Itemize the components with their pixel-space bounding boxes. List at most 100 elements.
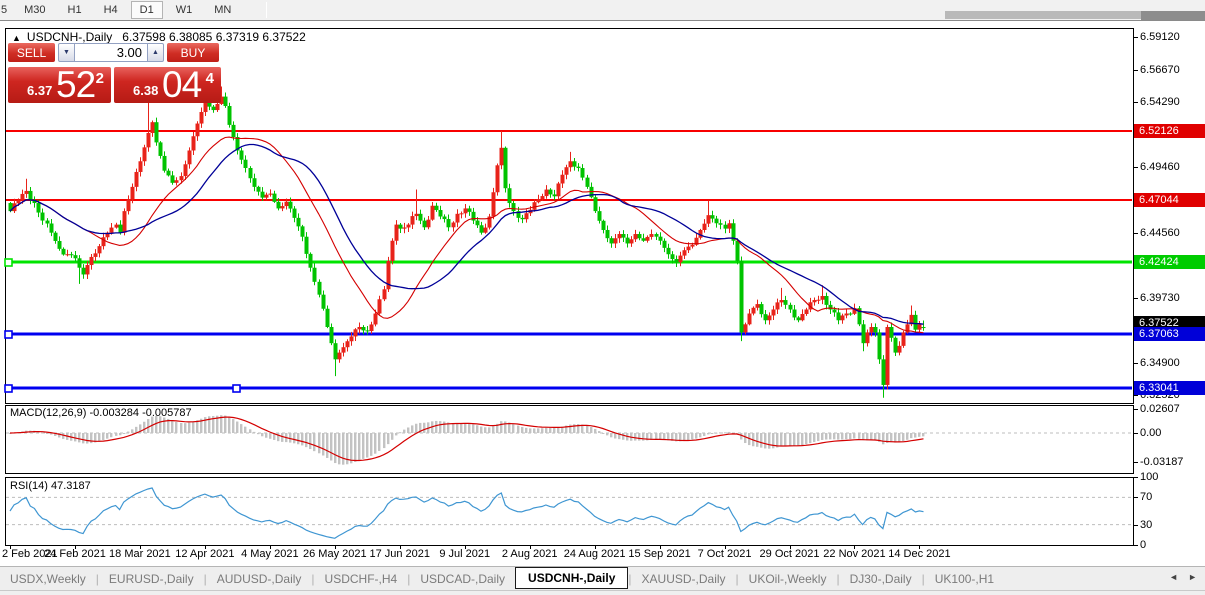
rsi-indicator-label: RSI(14) 47.3187 [10, 480, 91, 492]
macd-bar [439, 421, 441, 433]
timeframe-button-5[interactable]: 5 [0, 1, 11, 19]
chart-tab-usdchf[interactable]: USDCHF-,H4 [315, 569, 408, 589]
macd-bar [922, 433, 924, 436]
candle-body [764, 314, 768, 320]
candle-body [476, 221, 480, 226]
candle-body [403, 227, 407, 228]
candle-body [253, 178, 257, 187]
collapse-triangle-icon[interactable]: ▲ [12, 33, 21, 43]
line-drag-handle[interactable] [5, 259, 12, 266]
macd-bar [529, 428, 531, 433]
tab-scroll-right-icon[interactable]: ► [1188, 572, 1197, 582]
date-label: 24 Feb 2021 [44, 548, 106, 560]
chart-tab-usdx[interactable]: USDX,Weekly [0, 569, 96, 589]
volume-decrease-button[interactable]: ▼ [58, 43, 75, 62]
macd-bar [829, 433, 831, 439]
candle-body [452, 223, 456, 228]
macd-bar [821, 433, 823, 440]
pane-border [6, 478, 1134, 546]
macd-bar [452, 423, 454, 433]
candle-body [703, 224, 707, 230]
macd-bar [171, 421, 173, 433]
buy-button[interactable]: BUY [167, 43, 219, 62]
chart-tab-usdcad[interactable]: USDCAD-,Daily [410, 569, 515, 589]
timeframe-button-h4[interactable]: H4 [95, 1, 127, 19]
candle-body [829, 305, 833, 310]
line-drag-handle[interactable] [233, 385, 240, 392]
macd-bar [334, 433, 336, 463]
macd-bar [106, 433, 108, 439]
macd-bar [533, 428, 535, 433]
tab-scroll-left-icon[interactable]: ◄ [1169, 572, 1178, 582]
price-axis-tick-label: 6.39730 [1140, 292, 1204, 305]
macd-bar [724, 432, 726, 433]
candle-body [224, 97, 228, 106]
candle-body [277, 202, 281, 209]
macd-bar [411, 425, 413, 433]
macd-bar [845, 433, 847, 439]
candle-body [797, 317, 801, 320]
buy-price-pips: 04 [162, 64, 201, 106]
candle-body [650, 234, 654, 237]
candle-body [622, 234, 626, 238]
chart-tab-dj30[interactable]: DJ30-,Daily [840, 569, 922, 589]
candle-body [407, 225, 411, 228]
candle-body [890, 327, 894, 338]
candle-body [845, 314, 849, 316]
candle-body [780, 300, 784, 302]
volume-increase-button[interactable]: ▲ [147, 43, 164, 62]
timeframe-button-d1[interactable]: D1 [131, 1, 163, 19]
macd-bar [602, 433, 604, 434]
timeframe-button-mn[interactable]: MN [205, 1, 240, 19]
macd-bar [590, 427, 592, 433]
candle-body [683, 250, 687, 255]
volume-input[interactable] [75, 43, 147, 62]
macd-bar [131, 429, 133, 433]
chart-tab-audusd[interactable]: AUDUSD-,Daily [207, 569, 312, 589]
chart-tab-eurusd[interactable]: EURUSD-,Daily [99, 569, 204, 589]
timeframe-button-h1[interactable]: H1 [59, 1, 91, 19]
sell-price-pips: 52 [56, 64, 95, 106]
candle-body [249, 168, 253, 178]
chart-tab-usdcnh[interactable]: USDCNH-,Daily [515, 567, 628, 589]
candle-body [724, 225, 728, 229]
candle-body [618, 234, 622, 238]
macd-bar [914, 433, 916, 438]
candle-body [342, 347, 346, 352]
macd-bar [707, 433, 709, 434]
candle-body [878, 332, 882, 359]
macd-bar [801, 433, 803, 445]
timeframe-button-w1[interactable]: W1 [167, 1, 202, 19]
candle-body [484, 228, 488, 233]
macd-bar [833, 433, 835, 439]
ma-slow-line [10, 145, 924, 325]
chart-tab-ukoil[interactable]: UKOil-,Weekly [739, 569, 837, 589]
candle-body [464, 208, 468, 213]
candle-body [801, 314, 805, 320]
macd-bar [817, 433, 819, 441]
macd-bar [902, 433, 904, 441]
candle-body [131, 187, 135, 199]
candle-body [577, 167, 581, 168]
macd-bar [240, 424, 242, 433]
sell-button[interactable]: SELL [8, 43, 55, 62]
macd-bar [338, 433, 340, 464]
chart-tab-uk100[interactable]: UK100-,H1 [925, 569, 1004, 589]
line-drag-handle[interactable] [5, 331, 12, 338]
chart-tab-xauusd[interactable]: XAUUSD-,Daily [632, 569, 736, 589]
candle-body [415, 214, 419, 216]
date-label: 4 May 2021 [241, 548, 298, 560]
timeframe-button-m30[interactable]: M30 [15, 1, 54, 19]
macd-bar [906, 433, 908, 440]
macd-bar [102, 433, 104, 440]
candle-body [346, 341, 350, 347]
macd-bar [192, 422, 194, 433]
sell-price-box[interactable]: 6.37 52 2 [8, 67, 111, 103]
date-label: 15 Sep 2021 [628, 548, 690, 560]
line-drag-handle[interactable] [5, 385, 12, 392]
macd-bar [395, 433, 397, 435]
macd-bar [683, 433, 685, 441]
macd-bar [98, 433, 100, 441]
macd-bar [115, 433, 117, 436]
buy-price-box[interactable]: 6.38 04 4 [114, 67, 221, 103]
